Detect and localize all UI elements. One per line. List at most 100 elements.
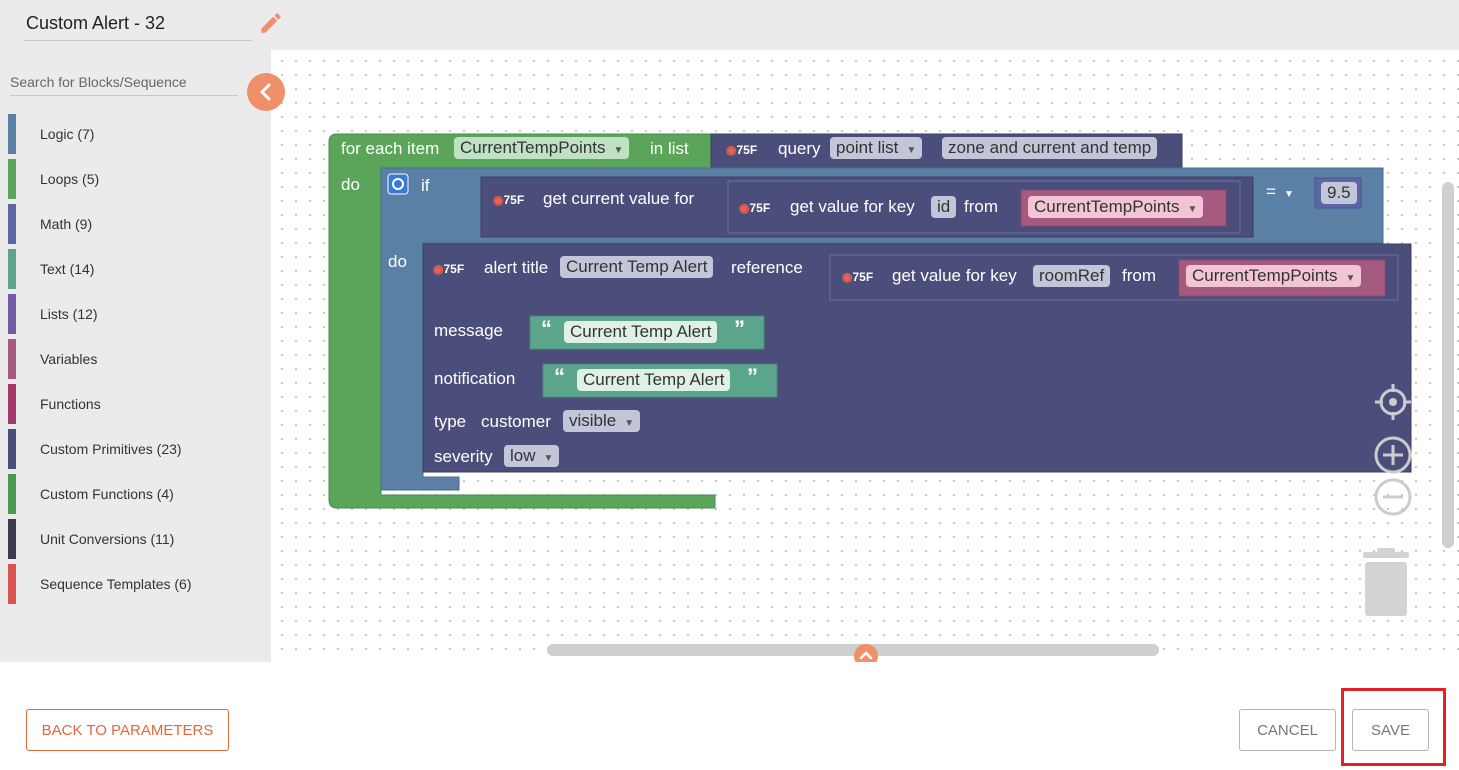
dropdown-arrow-icon: ▼ (543, 453, 554, 464)
visibility-dropdown[interactable]: visible ▼ (563, 410, 641, 432)
severity-value: low (510, 446, 536, 465)
category-label: Variables (40, 351, 98, 367)
block-search-input[interactable] (10, 68, 238, 96)
category-label: Math (9) (40, 216, 93, 232)
type-label: type (434, 412, 467, 431)
dropdown-arrow-icon: ▼ (906, 145, 917, 156)
trash-icon[interactable] (1361, 548, 1411, 618)
page-title: Custom Alert - 32 (26, 13, 166, 33)
collapse-sidebar-button[interactable] (247, 73, 285, 111)
notification-text-field[interactable]: Current Temp Alert (577, 369, 731, 391)
compare-op-value: = (1266, 182, 1276, 201)
message-label: message (434, 321, 503, 340)
category-label: Lists (12) (40, 306, 98, 322)
query-filter-field[interactable]: zone and current and temp (942, 137, 1158, 159)
from-label: from (964, 197, 998, 216)
var-value-2: CurrentTempPoints (1192, 266, 1338, 285)
chevron-up-icon (859, 651, 873, 660)
custom-primitive-icon: ◉75F (739, 201, 771, 215)
plus-circle-icon[interactable] (1373, 435, 1413, 475)
compare-op-dropdown[interactable]: = ▼ (1260, 181, 1300, 203)
severity-label: severity (434, 447, 493, 466)
visibility-value: visible (569, 411, 617, 430)
category-color-bar (8, 519, 16, 559)
category-label: Unit Conversions (11) (40, 531, 175, 547)
message-text-field[interactable]: Current Temp Alert (564, 321, 718, 343)
key-roomref-field[interactable]: roomRef (1033, 265, 1111, 287)
for-each-label: for each item (341, 139, 440, 158)
category-item[interactable]: Custom Functions (4) (8, 474, 258, 514)
for-each-var-dropdown[interactable]: CurrentTempPoints ▼ (454, 137, 630, 159)
category-label: Custom Primitives (23) (40, 441, 182, 457)
severity-dropdown[interactable]: low ▼ (504, 445, 560, 467)
category-item[interactable]: Functions (8, 384, 258, 424)
target-icon[interactable] (1373, 382, 1413, 422)
category-color-bar (8, 429, 16, 469)
category-color-bar (8, 204, 16, 244)
query-type-dropdown[interactable]: point list ▼ (830, 137, 923, 159)
horizontal-scrollbar[interactable] (547, 644, 1159, 656)
number-field[interactable]: 9.5 (1321, 182, 1357, 204)
custom-primitive-icon: ◉75F (726, 143, 758, 157)
var-dropdown-1[interactable]: CurrentTempPoints ▼ (1028, 196, 1204, 218)
dropdown-arrow-icon: ▼ (1345, 273, 1356, 284)
category-color-bar (8, 159, 16, 199)
app-root: Custom Alert - 32 Logic (7) Loops (5) Math… (0, 0, 1459, 770)
category-color-bar (8, 339, 16, 379)
if-do-label: do (388, 252, 407, 271)
category-color-bar (8, 249, 16, 289)
category-item[interactable]: Lists (12) (8, 294, 258, 334)
custom-primitive-icon: ◉75F (433, 262, 465, 276)
expand-panel-button[interactable] (854, 644, 878, 662)
category-color-bar (8, 294, 16, 334)
pencil-icon[interactable] (258, 10, 284, 36)
save-highlight-box (1341, 688, 1446, 766)
category-item[interactable]: Loops (5) (8, 159, 258, 199)
if-label: if (421, 176, 430, 195)
get-value-label: get value for key (790, 197, 915, 216)
category-item[interactable]: Variables (8, 339, 258, 379)
category-color-bar (8, 564, 16, 604)
for-each-do-label: do (341, 175, 360, 194)
dropdown-arrow-icon: ▼ (624, 418, 635, 429)
category-label: Logic (7) (40, 126, 95, 142)
category-item[interactable]: Text (14) (8, 249, 258, 289)
category-item[interactable]: Sequence Templates (6) (8, 564, 258, 604)
minus-circle-icon[interactable] (1373, 477, 1413, 517)
quote-open-icon: “ (554, 364, 565, 389)
vertical-scrollbar[interactable] (1442, 182, 1454, 548)
dropdown-arrow-icon: ▼ (1283, 189, 1294, 200)
in-list-label: in list (650, 139, 689, 158)
category-label: Text (14) (40, 261, 95, 277)
back-to-parameters-button[interactable]: BACK TO PARAMETERS (26, 709, 229, 751)
notification-label: notification (434, 369, 516, 388)
reference-label: reference (731, 258, 803, 277)
category-color-bar (8, 474, 16, 514)
category-item[interactable]: Math (9) (8, 204, 258, 244)
category-color-bar (8, 114, 16, 154)
cancel-button[interactable]: CANCEL (1239, 709, 1336, 751)
alert-title-field[interactable]: Current Temp Alert (560, 256, 714, 278)
category-item[interactable]: Unit Conversions (11) (8, 519, 258, 559)
category-label: Functions (40, 396, 101, 412)
var-dropdown-2[interactable]: CurrentTempPoints ▼ (1186, 265, 1362, 287)
query-label: query (778, 139, 821, 158)
blockly-workspace[interactable]: for each item CurrentTempPoints ▼ in list… (271, 50, 1459, 662)
get-current-label: get current value for (543, 189, 695, 208)
quote-close-icon: ” (734, 316, 745, 341)
block-sidebar: Logic (7) Loops (5) Math (9) Text (14) Lists… (0, 50, 271, 662)
var-value-1: CurrentTempPoints (1034, 197, 1180, 216)
custom-primitive-icon: ◉75F (493, 193, 525, 207)
custom-primitive-icon: ◉75F (842, 270, 874, 284)
top-bar: Custom Alert - 32 (0, 0, 1459, 50)
category-color-bar (8, 384, 16, 424)
category-item[interactable]: Logic (7) (8, 114, 258, 154)
key-id-field[interactable]: id (931, 196, 957, 218)
get-value-ref-label: get value for key (892, 266, 1017, 285)
category-label: Sequence Templates (6) (40, 576, 192, 592)
category-label: Custom Functions (4) (40, 486, 174, 502)
category-item[interactable]: Custom Primitives (23) (8, 429, 258, 469)
for-each-var-value: CurrentTempPoints (460, 138, 606, 157)
customer-label: customer (481, 412, 551, 431)
chevron-left-icon (260, 83, 271, 101)
